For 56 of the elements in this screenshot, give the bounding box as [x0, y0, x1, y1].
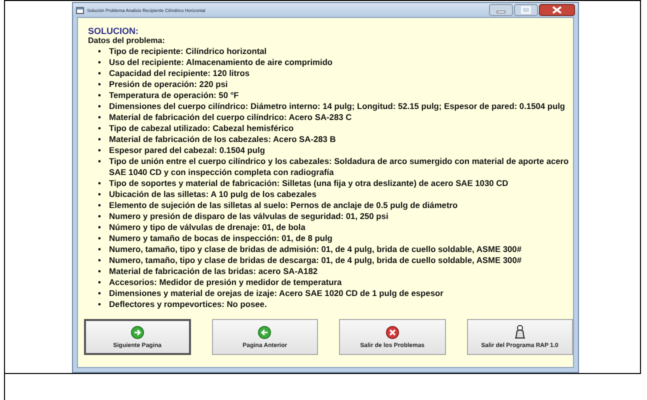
- bullet-mark: •: [98, 156, 102, 168]
- bullet-mark: •: [98, 233, 102, 244]
- bullet-mark: •: [98, 200, 102, 211]
- bullet-mark: •: [98, 211, 102, 222]
- bullet-mark: •: [98, 112, 102, 123]
- bullet-mark: •: [98, 266, 102, 277]
- problem-data-item: Material de fabricación de las bridas: acero SA-A182: [109, 266, 319, 277]
- window-icon: [76, 6, 84, 14]
- problem-data-item: Tipo de recipiente: Cilíndrico horizontal: [109, 46, 268, 57]
- bullet-mark: •: [98, 79, 102, 90]
- bullet-mark: •: [98, 68, 102, 79]
- problem-data-item: Uso del recipiente: Almacenamiento de aire comprimido: [109, 57, 334, 68]
- bullet-mark: •: [98, 222, 102, 233]
- problem-data-item: Tipo de cabezal utilizado: Cabezal hemisférico: [109, 123, 295, 134]
- bullet-mark: •: [98, 123, 102, 134]
- bullet-mark: •: [98, 288, 102, 299]
- bullet-mark: •: [98, 145, 102, 156]
- problem-data-item: Capacidad del recipiente: 120 litros: [109, 68, 251, 79]
- bullet-mark: •: [98, 90, 102, 101]
- problem-data-item: Dimensiones del cuerpo cilíndrico: Diámetro interno: 14 pulg; Longitud: 52.15 pulg; Espesor de pared: 0.1504 pulg: [109, 101, 566, 112]
- problem-data-item: Material de fabricación del cuerpo cilíndrico: Acero SA-283 C: [109, 112, 353, 123]
- bullet-mark: •: [98, 101, 102, 112]
- bullet-mark: •: [98, 277, 102, 288]
- bullet-mark: •: [98, 244, 102, 255]
- problem-data-item: Número y tipo de válvulas de drenaje: 01, de bola: [109, 222, 306, 233]
- back-arrow-icon: [258, 326, 272, 338]
- problem-data-item: Dimensiones y material de orejas de izaje: Acero SAE 1020 CD de 1 pulg de espesor: [109, 288, 444, 299]
- problem-data-item: Ubicación de las silletas: A 10 pulg de los cabezales: [109, 189, 318, 200]
- figure-icon: [514, 325, 526, 339]
- problem-data-item: Numero y presión de disparo de las válvulas de seguridad: 01, 250 psi: [109, 211, 390, 222]
- problem-data-item: Espesor pared del cabezal: 0.1504 pulg: [109, 145, 266, 156]
- minimize-icon[interactable]: [489, 4, 513, 16]
- bullet-mark: •: [98, 178, 102, 189]
- problem-data-item: Deflectores y rompevortices: No posee.: [109, 299, 268, 310]
- problem-data-item: Presión de operación: 220 psi: [109, 79, 229, 90]
- forward-arrow-icon: [130, 326, 144, 338]
- problem-data-item: Tipo de soportes y material de fabricación: Silletas (una fija y otra deslizante) de acero SAE 1030 CD: [109, 178, 510, 189]
- problem-data-item: Numero, tamaño, tipo y clase de bridas de admisión: 01, de 4 pulg, brida de cuello soldable, ASME 300#: [109, 244, 523, 255]
- problem-data-item: Tipo de unión entre el cuerpo cilíndrico y los cabezales: Soldadura de arco sumergido con material de aporte acero SAE 1040 CD y con inspección completa con radiografía: [109, 156, 570, 178]
- solution-heading: SOLUCION:: [88, 26, 140, 36]
- bullet-mark: •: [98, 299, 102, 310]
- problem-data-item: Numero y tamaño de bocas de inspección: 01, de 8 pulg: [109, 233, 334, 244]
- problem-data-item: Material de fabricación de los cabezales: Acero SA-283 B: [109, 134, 337, 145]
- bullet-mark: •: [98, 57, 102, 68]
- bullet-mark: •: [98, 46, 102, 57]
- problem-data-item: Temperatura de operación: 50 °F: [109, 90, 240, 101]
- problem-data-label: Datos del problema:: [88, 36, 166, 46]
- close-circle-icon: [386, 326, 399, 338]
- close-icon[interactable]: [539, 4, 575, 16]
- problem-data-item: Numero, tamaño, tipo y clase de bridas de descarga: 01, de 4 pulg, brida de cuello soldable, ASME 300#: [109, 255, 523, 266]
- bullet-mark: •: [98, 189, 102, 200]
- maximize-icon[interactable]: [514, 4, 538, 16]
- problem-data-item: Elemento de sujeción de las silletas al suelo: Pernos de anclaje de 0.5 pulg de diámetro: [109, 200, 459, 211]
- bullet-mark: •: [98, 255, 102, 266]
- bullet-mark: •: [98, 134, 102, 145]
- problem-data-item: Accesorios: Medidor de presión y medidor de temperatura: [109, 277, 343, 288]
